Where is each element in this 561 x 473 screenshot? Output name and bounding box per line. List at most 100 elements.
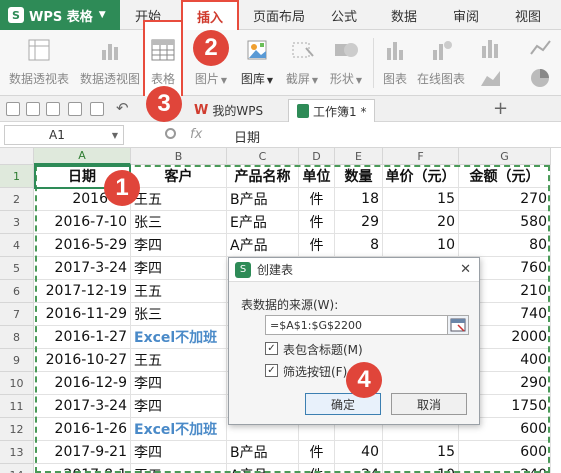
table-cell[interactable]: 8	[335, 234, 383, 257]
tab-view[interactable]: 视图	[504, 0, 552, 30]
table-cell[interactable]: 李四	[131, 441, 227, 464]
header-cell[interactable]: 单价（元）	[383, 165, 459, 188]
header-cell[interactable]: 产品名称	[227, 165, 299, 188]
table-cell[interactable]: 580	[459, 211, 551, 234]
table-cell[interactable]: 李四	[131, 395, 227, 418]
print-preview-icon[interactable]	[90, 102, 104, 116]
header-cell[interactable]: 客户	[131, 165, 227, 188]
row-header-12[interactable]: 12	[0, 418, 34, 441]
table-cell[interactable]: 80	[459, 234, 551, 257]
table-cell[interactable]: 李四	[131, 257, 227, 280]
column-header-a[interactable]: A	[34, 148, 131, 165]
save-icon[interactable]	[26, 102, 40, 116]
row-header-3[interactable]: 3	[0, 211, 34, 234]
table-cell[interactable]: 2016-1-26	[34, 418, 131, 441]
pie-chart-type-icon[interactable]	[528, 66, 556, 90]
range-picker-icon[interactable]	[447, 315, 469, 335]
pivot-table-button[interactable]: 数据透视表	[6, 34, 72, 92]
row-header-11[interactable]: 11	[0, 395, 34, 418]
fx-icon[interactable]: fx	[190, 127, 202, 142]
formula-input[interactable]: 日期	[234, 127, 260, 146]
table-cell[interactable]: 10	[383, 234, 459, 257]
table-cell[interactable]: 2016-10-27	[34, 349, 131, 372]
header-cell[interactable]: 数量	[335, 165, 383, 188]
area-chart-type-icon[interactable]	[478, 66, 506, 90]
row-header-9[interactable]: 9	[0, 349, 34, 372]
has-header-checkbox[interactable]: ✓	[265, 342, 278, 355]
column-header-b[interactable]: B	[131, 148, 227, 165]
range-input[interactable]: =$A$1:$G$2200	[265, 315, 455, 335]
table-cell[interactable]: 件	[299, 234, 335, 257]
table-cell[interactable]: 2017-9-21	[34, 441, 131, 464]
shapes-button[interactable]: 形状 ▼	[325, 34, 367, 92]
table-cell[interactable]: 李四	[131, 234, 227, 257]
column-header-g[interactable]: G	[459, 148, 551, 165]
table-cell[interactable]: 2017-3-24	[34, 257, 131, 280]
table-cell[interactable]: 15	[383, 188, 459, 211]
gallery-button[interactable]: 图库 ▼	[236, 34, 278, 92]
doc-tab-my-wps[interactable]: W 我的WPS	[186, 99, 271, 122]
line-chart-type-icon[interactable]	[528, 36, 556, 60]
row-header-1[interactable]: 1	[0, 165, 34, 188]
header-cell[interactable]: 金额（元）	[459, 165, 551, 188]
dialog-title-bar[interactable]: S 创建表	[229, 258, 479, 282]
zoom-search-icon[interactable]	[165, 128, 176, 139]
new-tab-plus-icon[interactable]: +	[493, 98, 508, 119]
table-cell[interactable]: 600	[459, 441, 551, 464]
table-cell[interactable]: 2016-5-29	[34, 234, 131, 257]
undo-icon[interactable]: ↶	[116, 99, 129, 117]
table-cell[interactable]: 王五	[131, 464, 227, 473]
row-header-10[interactable]: 10	[0, 372, 34, 395]
tab-review[interactable]: 审阅	[442, 0, 490, 30]
table-cell[interactable]: 李四	[131, 372, 227, 395]
print-icon[interactable]	[68, 102, 82, 116]
table-cell[interactable]: 张三	[131, 211, 227, 234]
row-header-4[interactable]: 4	[0, 234, 34, 257]
row-header-14[interactable]: 14	[0, 464, 34, 473]
row-header-8[interactable]: 8	[0, 326, 34, 349]
screenshot-button[interactable]: 截屏 ▼	[281, 34, 323, 92]
table-cell[interactable]: 2016-7-10	[34, 211, 131, 234]
row-header-5[interactable]: 5	[0, 257, 34, 280]
table-cell[interactable]: Excel不加班	[131, 418, 227, 441]
filter-button-checkbox[interactable]: ✓	[265, 364, 278, 377]
row-header-6[interactable]: 6	[0, 280, 34, 303]
table-cell[interactable]: A产品	[227, 234, 299, 257]
row-header-7[interactable]: 7	[0, 303, 34, 326]
table-cell[interactable]: Excel不加班	[131, 326, 227, 349]
table-cell[interactable]: 2016-1-27	[34, 326, 131, 349]
table-cell[interactable]: 29	[335, 211, 383, 234]
table-cell[interactable]: 2016-12-9	[34, 372, 131, 395]
table-cell[interactable]: 件	[299, 188, 335, 211]
select-all-corner[interactable]	[0, 148, 34, 165]
table-cell[interactable]: 王五	[131, 280, 227, 303]
table-cell[interactable]: B产品	[227, 188, 299, 211]
pivot-chart-button[interactable]: 数据透视图	[78, 34, 142, 92]
table-cell[interactable]: E产品	[227, 211, 299, 234]
name-box[interactable]: A1 ▼	[4, 125, 124, 145]
save-as-icon[interactable]	[46, 102, 60, 116]
table-cell[interactable]: 15	[383, 441, 459, 464]
row-header-2[interactable]: 2	[0, 188, 34, 211]
column-header-d[interactable]: D	[299, 148, 335, 165]
tab-insert[interactable]: 插入	[181, 0, 239, 30]
table-cell[interactable]: 2017-3-24	[34, 395, 131, 418]
table-cell[interactable]: 件	[299, 211, 335, 234]
table-cell[interactable]: 24	[335, 464, 383, 473]
table-cell[interactable]: 40	[335, 441, 383, 464]
tab-data[interactable]: 数据	[380, 0, 428, 30]
column-header-f[interactable]: F	[383, 148, 459, 165]
table-cell[interactable]: 18	[335, 188, 383, 211]
table-cell[interactable]: 2017-8-1	[34, 464, 131, 473]
column-header-e[interactable]: E	[335, 148, 383, 165]
table-cell[interactable]: 王五	[131, 188, 227, 211]
online-chart-button[interactable]: 在线图表	[414, 34, 468, 92]
cancel-button[interactable]: 取消	[391, 393, 467, 415]
folder-icon[interactable]	[6, 102, 20, 116]
table-cell[interactable]: 10	[383, 464, 459, 473]
tab-page-layout[interactable]: 页面布局	[244, 0, 314, 30]
tab-formulas[interactable]: 公式	[322, 0, 366, 30]
wps-app-menu-button[interactable]: S WPS 表格 ▼	[0, 0, 120, 30]
doc-tab-workbook[interactable]: 工作簿1 *	[288, 99, 376, 122]
bar-chart-type-icon[interactable]	[478, 36, 506, 60]
